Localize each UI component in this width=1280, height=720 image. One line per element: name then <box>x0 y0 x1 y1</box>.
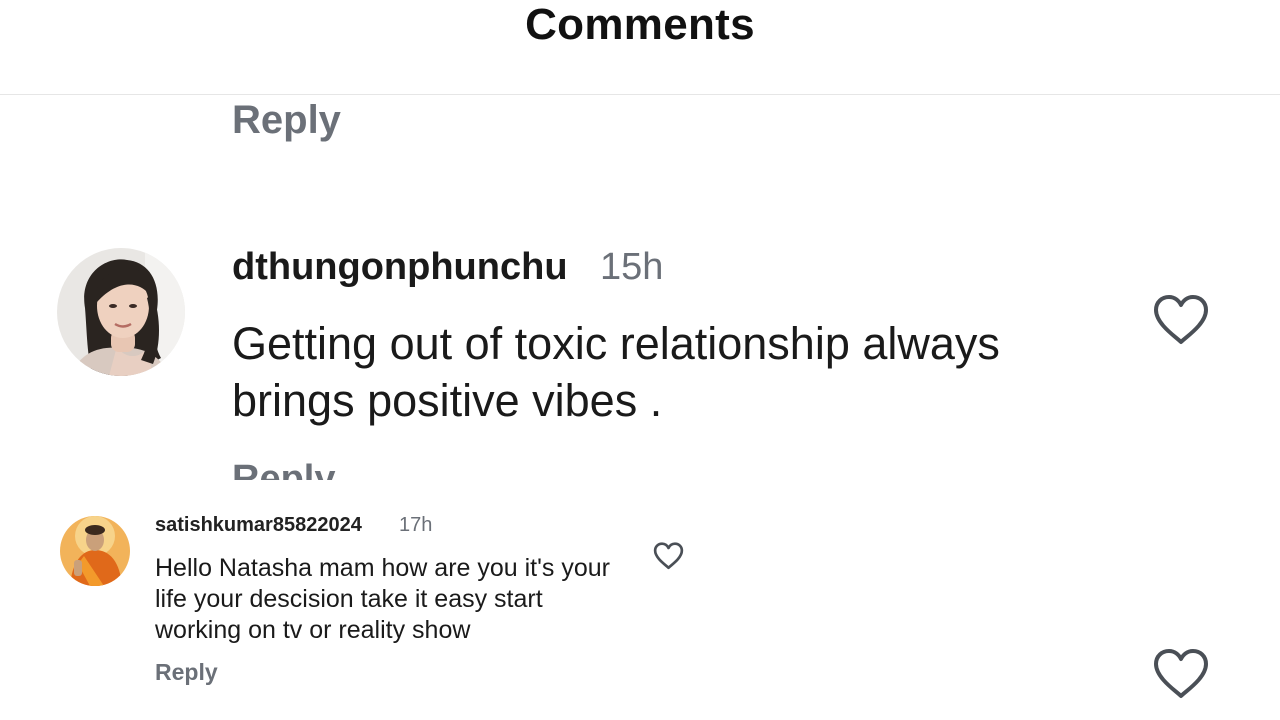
comment-username[interactable]: satishkumar85822024 <box>155 514 362 537</box>
comment-text: Getting out of toxic relationship always… <box>232 318 1000 426</box>
comment-timestamp: 17h <box>399 514 433 536</box>
comment-username[interactable]: dthungonphunchu <box>232 246 568 289</box>
like-button[interactable] <box>1152 294 1210 351</box>
avatar[interactable] <box>60 516 130 586</box>
orange-robed-figure-avatar-icon <box>60 516 130 586</box>
reply-button-clipped[interactable]: Reply <box>230 448 430 480</box>
avatar[interactable] <box>57 248 185 376</box>
heart-outline-icon <box>1154 649 1208 698</box>
page-title: Comments <box>525 0 755 49</box>
like-button[interactable] <box>653 542 684 575</box>
reply-button[interactable]: Reply <box>232 98 341 143</box>
heart-outline-icon <box>1154 295 1208 344</box>
like-button[interactable] <box>1152 648 1210 705</box>
woman-portrait-avatar-icon <box>57 248 185 376</box>
comment-timestamp: 15h <box>600 246 664 288</box>
comments-page: Comments Reply dthungonphunchu 15h Getti… <box>0 0 1280 720</box>
reply-label: Reply <box>232 458 336 480</box>
reply-button[interactable]: Reply <box>155 659 218 686</box>
heart-outline-icon <box>653 542 684 570</box>
comments-header: Comments <box>0 0 1280 95</box>
comment-text: Hello Natasha mam how are you it's your … <box>155 554 610 644</box>
